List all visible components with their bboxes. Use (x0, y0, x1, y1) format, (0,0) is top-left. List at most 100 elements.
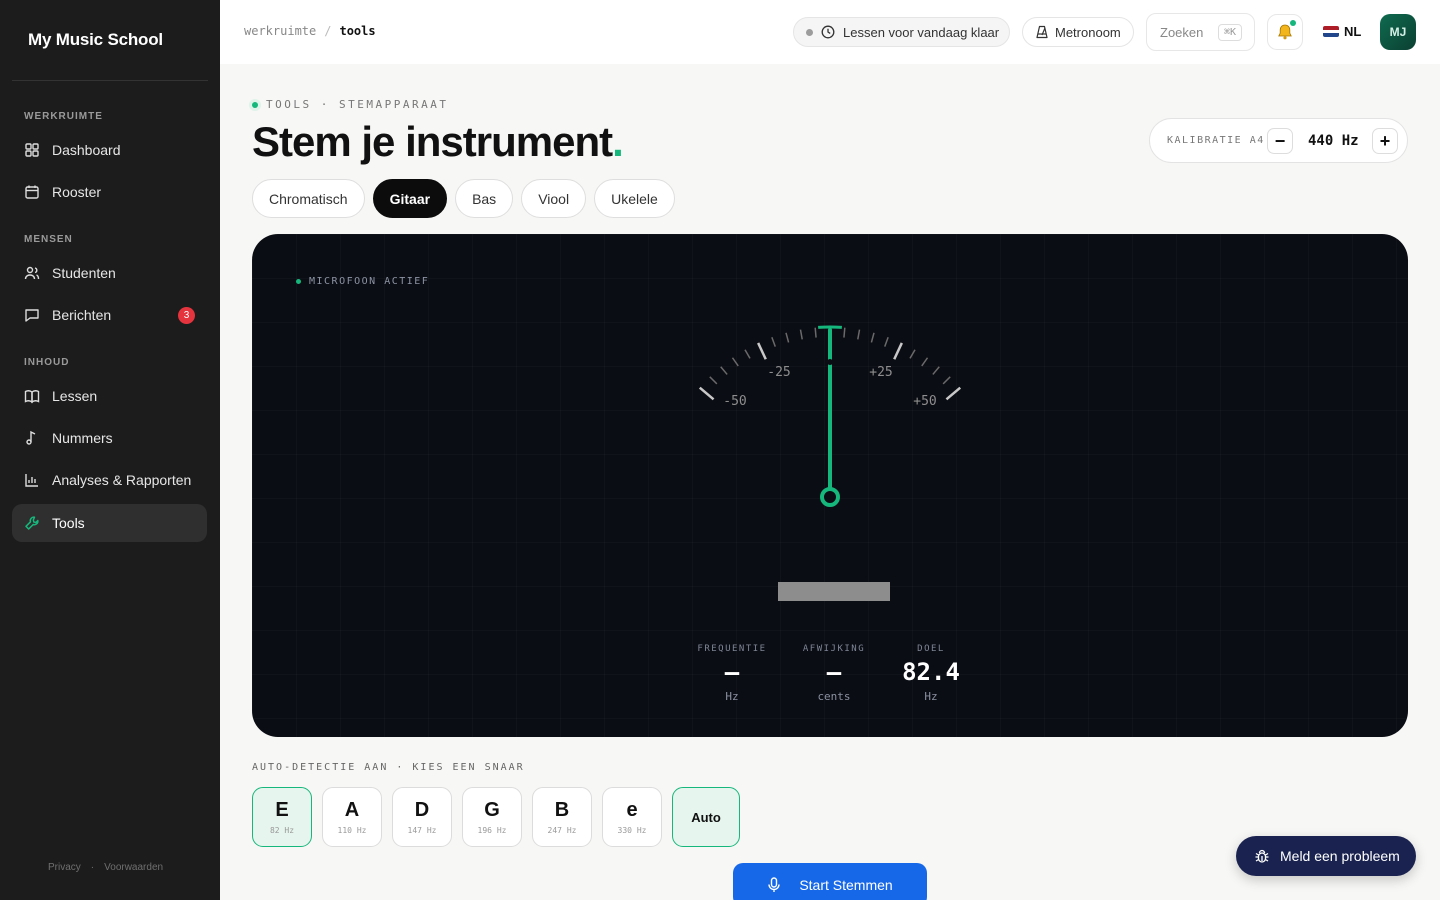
calibration-increase-button[interactable]: + (1372, 128, 1398, 154)
string-button-e-high[interactable]: e 330 Hz (602, 787, 662, 847)
string-frequency: 147 Hz (407, 826, 437, 835)
string-button-b[interactable]: B 247 Hz (532, 787, 592, 847)
calendar-icon (24, 184, 40, 200)
message-icon (24, 307, 40, 323)
language-switcher[interactable]: NL (1323, 24, 1361, 39)
gauge-tick (731, 357, 739, 367)
sidebar-item-tools[interactable]: Tools (12, 504, 207, 542)
sidebar-item-label: Rooster (52, 184, 102, 200)
string-button-d[interactable]: D 147 Hz (392, 787, 452, 847)
string-note: E (275, 799, 289, 821)
tab-ukelele[interactable]: Ukelele (594, 179, 675, 218)
gauge-tick (757, 342, 767, 360)
calibration-label: KALIBRATIE A4 (1167, 135, 1265, 146)
tab-bas[interactable]: Bas (455, 179, 514, 218)
frequency-value: — (724, 658, 740, 686)
unread-badge: 3 (178, 307, 195, 324)
sidebar-item-dashboard[interactable]: Dashboard (12, 131, 207, 169)
gauge-tick (909, 349, 916, 359)
frequency-unit: Hz (725, 690, 739, 703)
start-tuning-button[interactable]: Start Stemmen (733, 863, 927, 900)
string-note: A (344, 799, 360, 821)
book-icon (24, 388, 40, 404)
target-readout: DOEL 82.4 Hz (891, 644, 971, 703)
page-title-dot: . (612, 118, 624, 165)
bug-icon (1254, 848, 1270, 864)
gauge-tick (884, 336, 889, 347)
topbar: werkruimte / tools Lessen voor vandaag kla… (220, 0, 1440, 64)
section-label-inhoud: INHOUD (24, 357, 70, 368)
netherlands-flag-icon (1323, 26, 1339, 37)
report-problem-button[interactable]: Meld een probleem (1236, 836, 1416, 876)
target-label: DOEL (917, 644, 945, 654)
avatar[interactable]: MJ (1380, 14, 1416, 50)
sidebar-item-lessen[interactable]: Lessen (12, 377, 207, 415)
gauge-tick (857, 329, 861, 340)
page-title: Stem je instrument. (252, 118, 624, 166)
users-icon (24, 265, 40, 281)
scale-label-minus-25: -25 (767, 365, 790, 380)
sidebar-item-label: Nummers (52, 430, 113, 446)
search-input[interactable]: Zoeken ⌘K (1146, 13, 1255, 51)
scale-label-plus-50: +50 (913, 394, 936, 409)
string-frequency: 196 Hz (477, 826, 507, 835)
breadcrumb-current: tools (339, 24, 376, 38)
clock-icon (821, 25, 835, 39)
gauge-tick (870, 332, 875, 343)
dashboard-icon (24, 142, 40, 158)
sidebar-item-label: Lessen (52, 388, 98, 404)
calibration-value: 440 Hz (1308, 133, 1359, 149)
terms-link[interactable]: Voorwaarden (104, 862, 163, 873)
string-button-g[interactable]: G 196 Hz (462, 787, 522, 847)
gauge-tick (814, 327, 817, 338)
sidebar-item-label: Tools (52, 515, 85, 531)
sidebar-item-rooster[interactable]: Rooster (12, 173, 207, 211)
string-note: e (626, 799, 638, 821)
tab-gitaar[interactable]: Gitaar (372, 179, 448, 218)
gauge-tick (945, 386, 962, 401)
sidebar-item-nummers[interactable]: Nummers (12, 419, 207, 457)
sidebar-item-label: Studenten (52, 265, 116, 281)
metronome-button[interactable]: Metronoom (1022, 17, 1134, 47)
scale-label-minus-50: -50 (723, 394, 746, 409)
bar-chart-icon (24, 472, 40, 488)
gauge-tick (921, 357, 929, 367)
notifications-button[interactable] (1267, 14, 1303, 50)
target-unit: Hz (924, 690, 938, 703)
search-shortcut: ⌘K (1217, 24, 1242, 41)
deviation-unit: cents (817, 690, 851, 703)
scale-label-plus-25: +25 (869, 365, 892, 380)
daily-status-pill[interactable]: Lessen voor vandaag klaar (793, 17, 1010, 47)
gauge-tick (843, 327, 846, 338)
instrument-tabs: Chromatisch Gitaar Bas Viool Ukelele (252, 179, 675, 218)
tab-viool[interactable]: Viool (521, 179, 587, 218)
metronome-label: Metronoom (1055, 24, 1121, 40)
gauge-tick (709, 376, 718, 385)
report-problem-label: Meld een probleem (1280, 848, 1400, 864)
sidebar-item-label: Dashboard (52, 142, 121, 158)
section-label-mensen: MENSEN (24, 234, 73, 245)
sidebar-item-studenten[interactable]: Studenten (12, 254, 207, 292)
auto-detect-button[interactable]: Auto (672, 787, 740, 847)
string-frequency: 247 Hz (547, 826, 577, 835)
sidebar-item-berichten[interactable]: Berichten 3 (12, 296, 207, 334)
string-button-e-low[interactable]: E 82 Hz (252, 787, 312, 847)
deviation-value: — (826, 658, 842, 686)
tab-chromatisch[interactable]: Chromatisch (252, 179, 365, 218)
brand-name: My Music School (28, 30, 163, 49)
calibration-control: KALIBRATIE A4 − 440 Hz + (1149, 118, 1408, 163)
gauge-tick (771, 336, 776, 347)
string-selector: E 82 Hz A 110 Hz D 147 Hz G 196 Hz B 247… (252, 787, 740, 847)
sidebar-item-analyses[interactable]: Analyses & Rapporten (12, 461, 207, 499)
breadcrumb-root[interactable]: werkruimte (244, 24, 316, 38)
notification-dot (1290, 20, 1296, 26)
string-button-a[interactable]: A 110 Hz (322, 787, 382, 847)
wrench-icon (24, 515, 40, 531)
privacy-link[interactable]: Privacy (48, 862, 81, 873)
string-note: B (554, 799, 570, 821)
calibration-decrease-button[interactable]: − (1267, 128, 1293, 154)
gauge-tick (799, 329, 803, 340)
status-dot (806, 28, 813, 36)
sidebar-divider (12, 80, 208, 81)
detected-note-placeholder (778, 582, 890, 601)
